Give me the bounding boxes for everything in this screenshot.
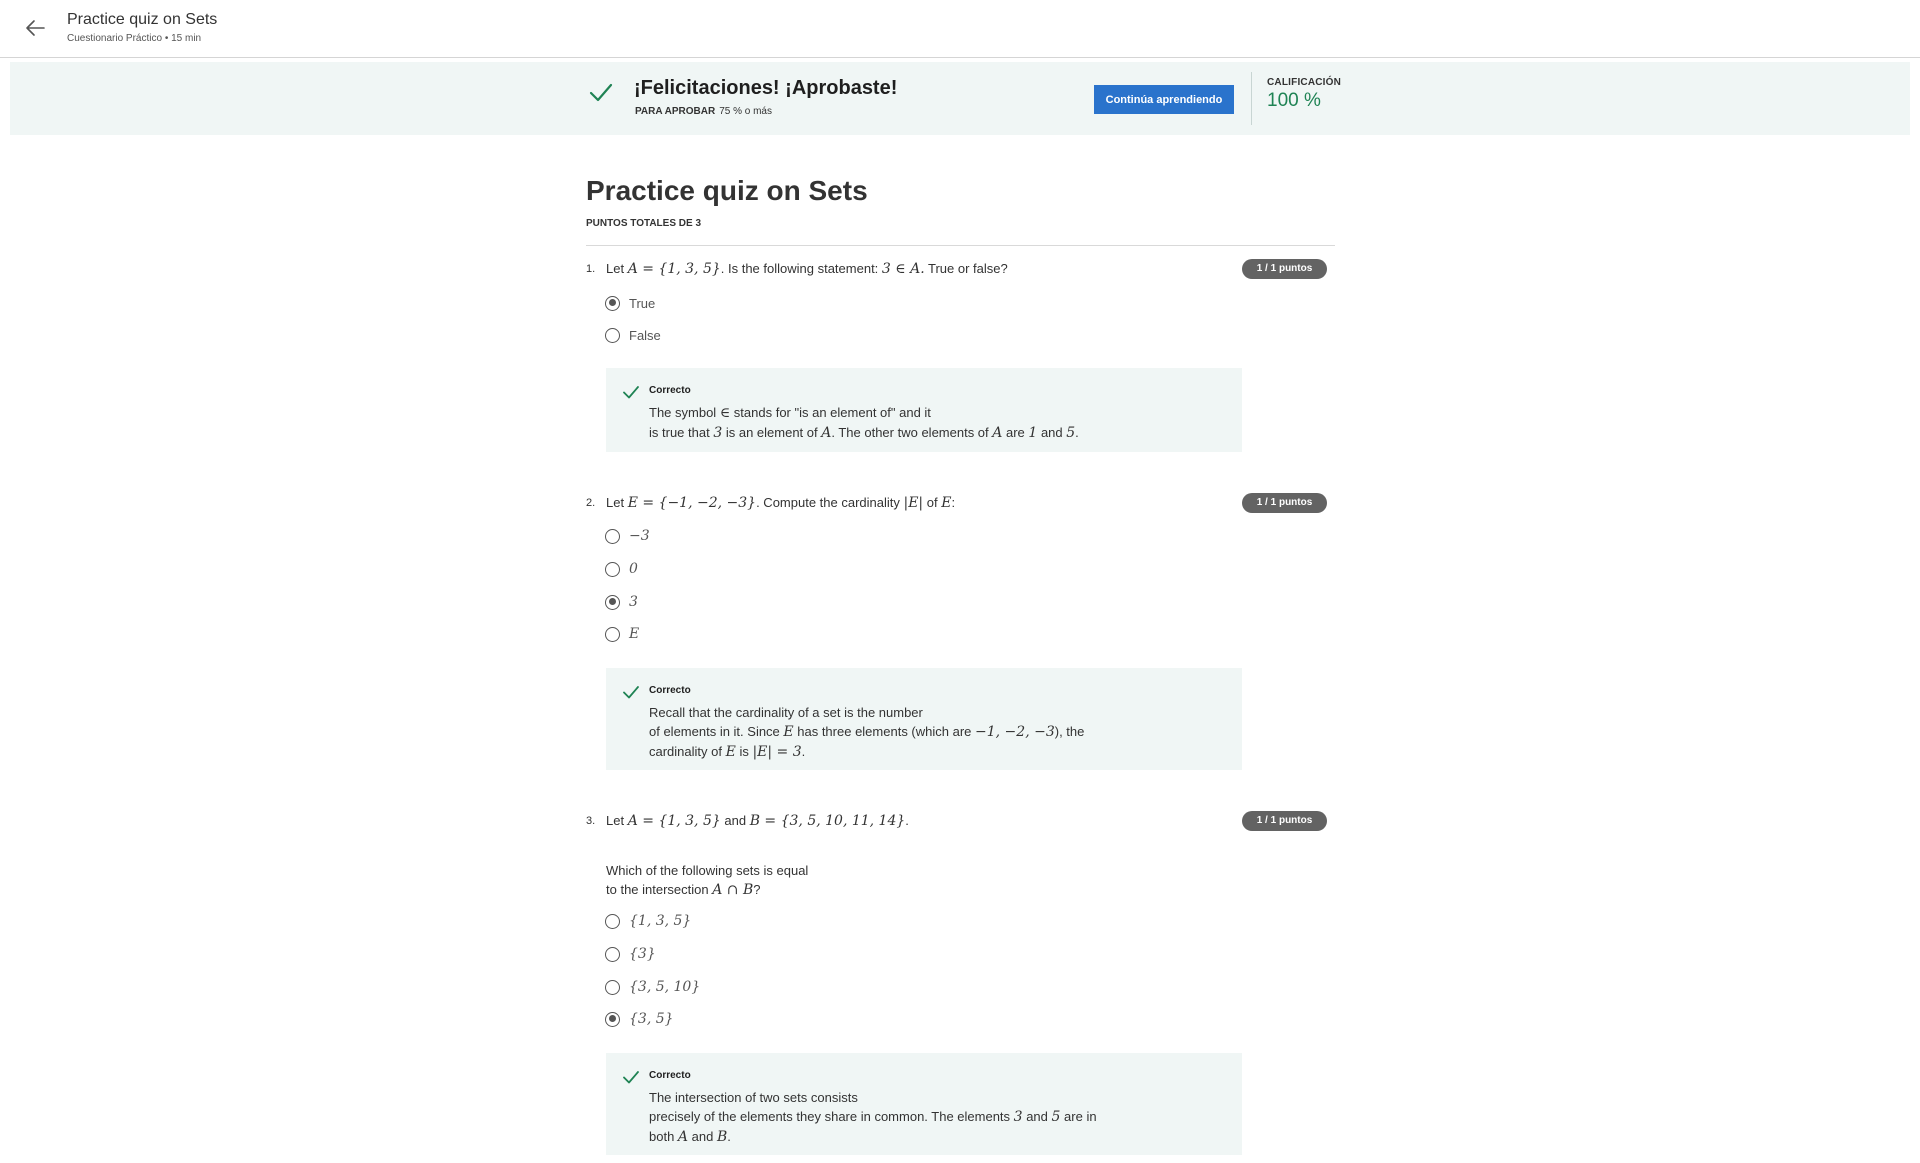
total-points: PUNTOS TOTALES DE 3 [586, 218, 702, 229]
question-number: 2. [586, 497, 596, 509]
points-badge: 1 / 1 puntos [1242, 493, 1327, 513]
success-banner: ¡Felicitaciones! ¡Aprobaste! PARA APROBA… [10, 62, 1910, 135]
question-number: 3. [586, 815, 596, 827]
points-badge: 1 / 1 puntos [1242, 811, 1327, 831]
radio-icon[interactable] [605, 946, 620, 962]
question-text: Let A = {1, 3, 5} and B = {3, 5, 10, 11,… [606, 813, 909, 829]
feedback-text: Recall that the cardinality of a set is … [649, 705, 1085, 760]
option-label: {3, 5, 10} [629, 979, 701, 995]
option-label: False [629, 327, 661, 343]
feedback-title: Correcto [649, 385, 691, 396]
option-label: {3} [629, 946, 656, 962]
radio-selected-icon[interactable] [605, 1011, 620, 1027]
radio-selected-icon[interactable] [605, 594, 620, 610]
radio-icon[interactable] [605, 626, 620, 642]
radio-icon[interactable] [605, 561, 620, 577]
radio-icon[interactable] [605, 913, 620, 929]
answer-option[interactable]: 0 [605, 559, 638, 579]
continue-learning-button[interactable]: Continúa aprendiendo [1094, 85, 1234, 114]
answer-option[interactable]: {3, 5, 10} [605, 977, 700, 997]
quiz-meta: Cuestionario Práctico • 15 min [67, 33, 202, 44]
check-icon [622, 383, 640, 401]
option-label: {1, 3, 5} [629, 913, 692, 929]
option-label: E [629, 626, 640, 642]
answer-option[interactable]: {3, 5} [605, 1009, 674, 1029]
grade-label: CALIFICACIÓN [1267, 77, 1342, 88]
feedback-title: Correcto [649, 685, 691, 696]
feedback-panel: Correcto The intersection of two sets co… [606, 1053, 1242, 1155]
option-label: 0 [629, 561, 638, 577]
feedback-title: Correcto [649, 1070, 691, 1081]
answer-option[interactable]: True [605, 293, 655, 313]
question-prompt: Which of the following sets is equal to … [606, 863, 809, 898]
answer-option[interactable]: −3 [605, 526, 650, 546]
radio-icon[interactable] [605, 327, 620, 343]
check-icon [622, 683, 640, 701]
points-badge: 1 / 1 puntos [1242, 259, 1327, 279]
back-arrow-icon[interactable] [22, 15, 48, 41]
banner-title: ¡Felicitaciones! ¡Aprobaste! [634, 77, 898, 99]
question-text: Let E = {−1, −2, −3}. Compute the cardin… [606, 495, 956, 511]
feedback-text: The intersection of two sets consists pr… [649, 1090, 1097, 1145]
pass-value: 75 % o más [719, 106, 772, 117]
answer-option[interactable]: False [605, 325, 661, 345]
option-label: True [629, 295, 656, 311]
option-label: {3, 5} [629, 1011, 674, 1027]
quiz-title: Practice quiz on Sets [586, 175, 868, 206]
answer-option[interactable]: {3} [605, 944, 656, 964]
option-label: 3 [629, 594, 638, 610]
course-title: Practice quiz on Sets [67, 11, 218, 28]
radio-icon[interactable] [605, 528, 620, 544]
banner-divider [1251, 72, 1252, 125]
feedback-text: The symbol ∈ stands for "is an element o… [649, 405, 1079, 441]
answer-option[interactable]: 3 [605, 592, 638, 612]
answer-option[interactable]: {1, 3, 5} [605, 911, 691, 931]
question-number: 1. [586, 263, 596, 275]
pass-label: PARA APROBAR [635, 106, 716, 117]
divider [586, 245, 1335, 246]
check-icon [588, 79, 614, 105]
question-text: Let A = {1, 3, 5}. Is the following stat… [606, 261, 1008, 277]
feedback-panel: Correcto The symbol ∈ stands for "is an … [606, 368, 1242, 452]
grade-value: 100 % [1267, 90, 1321, 111]
answer-option[interactable]: E [605, 624, 639, 644]
radio-icon[interactable] [605, 979, 620, 995]
radio-selected-icon[interactable] [605, 295, 620, 311]
check-icon [622, 1068, 640, 1086]
option-label: −3 [629, 528, 650, 544]
pass-requirement: PARA APROBAR 75 % o más [635, 106, 772, 117]
top-bar: Practice quiz on Sets Cuestionario Práct… [0, 0, 1920, 58]
feedback-panel: Correcto Recall that the cardinality of … [606, 668, 1242, 770]
